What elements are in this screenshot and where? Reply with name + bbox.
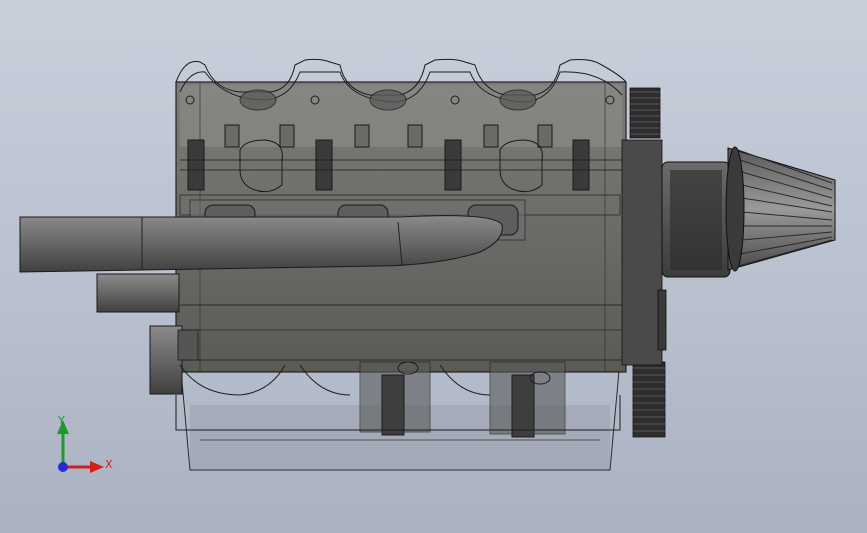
axis-triad: Y X [50, 410, 120, 480]
x-axis-label: X [105, 458, 113, 471]
throttle-body [661, 161, 731, 278]
engine-model[interactable] [0, 0, 867, 533]
air-filter [725, 146, 836, 272]
graphics-viewport[interactable]: Y X [0, 0, 867, 533]
x-arrowhead [90, 461, 104, 473]
y-axis-label: Y [58, 414, 65, 427]
z-axis-dot [58, 462, 68, 472]
timing-pulleys [621, 87, 667, 438]
